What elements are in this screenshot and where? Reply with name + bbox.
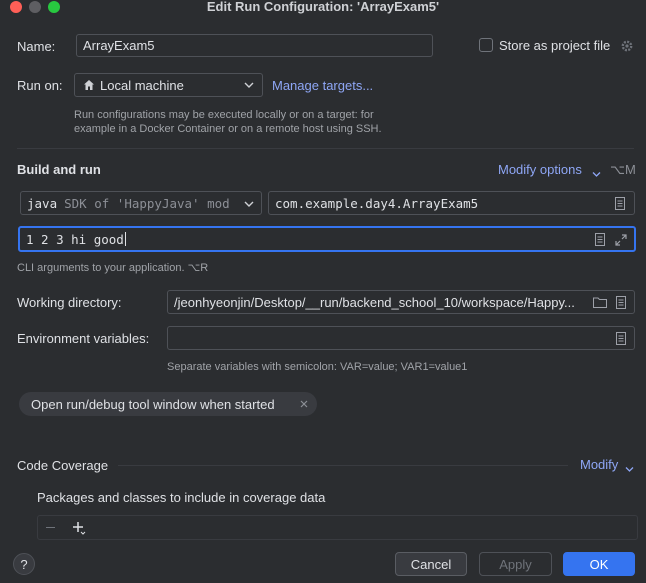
program-arguments-value: 1 2 3 hi good [26,231,124,247]
main-class-value: com.example.day4.ArrayExam5 [275,195,479,211]
environment-variables-label: Environment variables: [17,331,150,346]
coverage-packages-panel [37,515,638,540]
ok-button[interactable]: OK [563,552,635,576]
chevron-down-icon [244,81,254,89]
run-on-dropdown[interactable]: Local machine [74,73,263,97]
name-field[interactable]: ArrayExam5 [76,34,433,57]
divider [17,148,634,149]
name-label: Name: [17,39,56,54]
cli-args-hint: CLI arguments to your application. ⌥R [17,262,209,274]
help-button[interactable]: ? [13,553,35,575]
modify-options-shortcut: ⌥M [610,162,636,177]
working-directory-value: /jeonhyeonjin/Desktop/__run/backend_scho… [174,294,575,310]
build-run-title: Build and run [17,162,101,177]
minus-icon[interactable] [46,527,55,528]
divider [118,465,568,466]
working-directory-label: Working directory: [17,295,122,310]
chevron-down-icon [625,461,634,476]
working-directory-field[interactable]: /jeonhyeonjin/Desktop/__run/backend_scho… [167,290,635,314]
home-icon [83,79,95,91]
main-class-field[interactable]: com.example.day4.ArrayExam5 [268,191,635,215]
apply-button[interactable]: Apply [479,552,552,576]
coverage-packages-label: Packages and classes to include in cover… [37,490,326,505]
manage-targets-link[interactable]: Manage targets... [272,78,373,93]
expand-icon[interactable] [615,234,627,246]
sdk-text: SDK of 'HappyJava' mod [64,195,230,211]
chevron-down-icon [244,200,254,208]
run-on-label: Run on: [17,78,63,93]
environment-variables-field[interactable] [167,326,635,350]
window-title: Edit Run Configuration: 'ArrayExam5' [206,0,440,14]
gear-icon[interactable] [620,39,634,55]
open-tool-window-tag[interactable]: Open run/debug tool window when started [19,392,317,416]
browse-icon[interactable] [616,332,626,345]
chevron-down-icon [592,166,601,181]
store-as-project-checkbox[interactable] [479,38,493,52]
title-bar: Edit Run Configuration: 'ArrayExam5' [0,0,646,14]
add-icon[interactable] [72,521,86,535]
java-keyword: java [27,195,58,211]
store-as-project-label: Store as project file [499,38,611,53]
run-on-help-line2: example in a Docker Container or on a re… [74,123,382,135]
cancel-button[interactable]: Cancel [395,552,467,576]
browse-icon[interactable] [616,296,626,309]
browse-icon[interactable] [615,197,625,210]
folder-icon[interactable] [593,297,607,308]
environment-variables-hint: Separate variables with semicolon: VAR=v… [167,361,468,373]
run-on-help-line1: Run configurations may be executed local… [74,109,374,121]
close-icon[interactable] [300,400,308,408]
coverage-modify-link[interactable]: Modify [580,457,618,472]
modify-options-link[interactable]: Modify options [498,162,582,177]
run-on-value: Local machine [100,77,184,93]
code-coverage-title: Code Coverage [17,458,109,473]
browse-icon[interactable] [595,233,605,246]
name-value: ArrayExam5 [83,38,155,53]
program-arguments-field[interactable]: 1 2 3 hi good [18,226,636,252]
sdk-dropdown[interactable]: java SDK of 'HappyJava' mod [20,191,262,215]
open-tool-window-label: Open run/debug tool window when started [31,396,275,412]
